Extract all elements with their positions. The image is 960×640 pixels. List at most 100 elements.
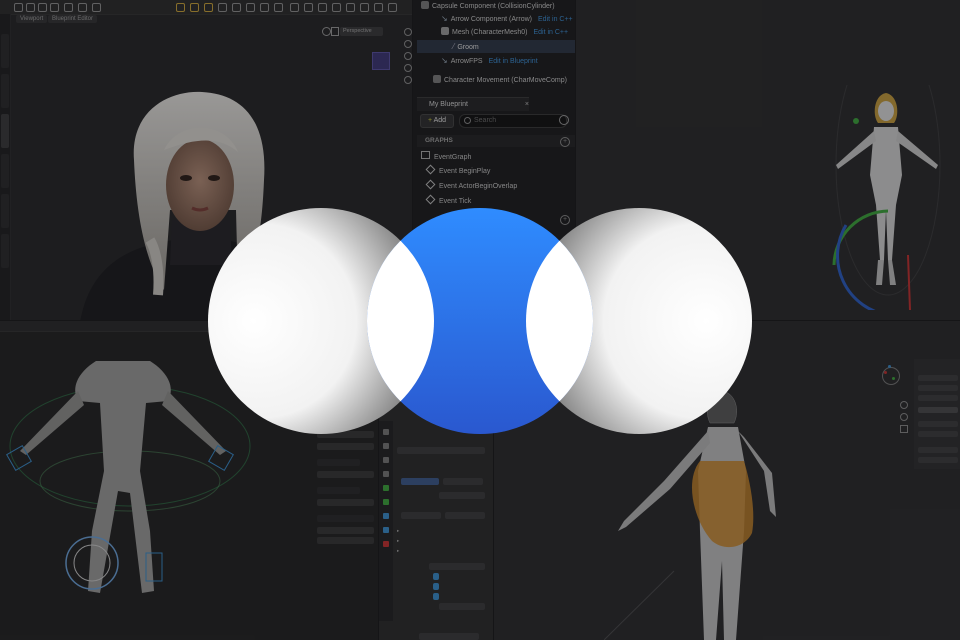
location-field[interactable] [918,385,958,391]
value-field[interactable] [445,512,485,519]
rail-tab[interactable] [1,234,9,268]
event-graph-item[interactable]: EventGraph [421,151,471,164]
ortho-icon[interactable] [404,76,412,84]
event-item[interactable]: Event Tick [425,194,471,208]
value-field[interactable] [439,603,485,610]
component-row[interactable]: Mesh (CharacterMesh0) Edit in C++ [413,26,575,39]
scene-tab-icon[interactable] [383,471,389,477]
camera-toggle-icon[interactable] [404,64,412,72]
orbit-icon[interactable] [404,52,412,60]
grid-icon[interactable] [78,3,87,12]
property-field[interactable] [317,515,374,522]
texture-icon[interactable] [260,3,269,12]
property-field[interactable] [317,443,374,450]
toggle-option[interactable] [401,478,439,485]
scale-icon[interactable] [50,3,59,12]
render-icon[interactable] [360,3,369,12]
pan-icon[interactable] [900,413,908,421]
light-icon[interactable] [190,3,199,12]
section-row[interactable]: ▸ [397,527,399,535]
checkbox[interactable] [433,593,439,600]
component-row[interactable]: Character Movement (CharMoveComp) [413,74,575,87]
component-row[interactable]: ↘ Arrow Component (Arrow) Edit in C++ [413,12,575,25]
visibility-icon[interactable] [318,3,327,12]
sculpt-icon[interactable] [232,3,241,12]
value-field[interactable] [439,492,485,499]
camera-view-icon[interactable] [322,27,331,36]
particle-tab-icon[interactable] [383,513,389,519]
camera-icon[interactable] [900,425,908,433]
rail-tab[interactable] [1,194,9,228]
event-item[interactable]: Event ActorBeginOverlap [425,179,517,193]
node-icon[interactable] [274,3,283,12]
edit-link[interactable]: Edit in C++ [538,16,573,23]
search-input[interactable]: Search [459,114,567,128]
property-field[interactable] [317,471,374,478]
settings-icon[interactable] [346,3,355,12]
section-row[interactable]: ▸ [397,537,399,545]
snap-icon[interactable] [64,3,73,12]
shading-icon[interactable] [374,3,383,12]
component-row[interactable]: ↘ ArrowFPS Edit in Blueprint [413,54,575,67]
edit-link[interactable]: Edit in C++ [533,29,568,36]
property-field[interactable] [317,487,360,494]
render-tab-icon[interactable] [383,443,389,449]
overlay-icon[interactable] [388,3,397,12]
modifier-tab-icon[interactable] [383,499,389,505]
gear-icon[interactable] [559,115,569,125]
location-field[interactable] [918,375,958,381]
graphs-section-header[interactable]: GRAPHS [417,135,575,147]
apply-button[interactable] [419,633,479,640]
property-field[interactable] [317,537,374,544]
select-icon[interactable] [14,3,23,12]
toggle-option[interactable] [443,478,483,485]
option-field[interactable] [918,457,958,463]
property-field[interactable] [317,499,374,506]
rotate-icon[interactable] [38,3,47,12]
constraint-tab-icon[interactable] [383,541,389,547]
event-item[interactable]: Event BeginPlay [425,164,490,178]
option-field[interactable] [918,447,958,453]
section-row[interactable]: ▸ [397,547,399,555]
object-name-field[interactable] [397,447,485,454]
move-icon[interactable] [26,3,35,12]
link-icon[interactable] [304,3,313,12]
close-icon[interactable]: × [525,98,529,111]
property-field[interactable] [317,527,374,534]
checkbox[interactable] [433,573,439,580]
option-field[interactable] [918,431,958,437]
material-icon[interactable] [246,3,255,12]
option-field[interactable] [918,421,958,427]
add-graph-icon[interactable]: + [560,137,570,147]
property-field[interactable] [317,459,360,466]
checkbox[interactable] [433,583,439,590]
rail-tab[interactable] [1,34,9,68]
rail-tab[interactable] [1,74,9,108]
zoom-icon[interactable] [404,28,412,36]
tab-blueprint-editor[interactable]: Blueprint Editor [48,15,98,23]
play-icon[interactable] [176,3,185,12]
location-field[interactable] [918,395,958,401]
navigation-gizmo-icon[interactable] [882,367,900,385]
output-tab-icon[interactable] [383,457,389,463]
tab-my-blueprint[interactable]: My Blueprint × [417,97,529,111]
cube-icon[interactable] [372,52,390,70]
mode-button[interactable] [918,407,958,413]
zoom-icon[interactable] [900,401,908,409]
physics-tab-icon[interactable] [383,527,389,533]
hand-icon[interactable] [404,40,412,48]
dropdown-field[interactable] [429,563,485,570]
perspective-dropdown[interactable]: Perspective [340,27,383,36]
rail-tab[interactable] [1,114,9,148]
edit-link[interactable]: Edit in Blueprint [489,58,538,65]
filter-icon[interactable] [332,3,341,12]
frame-icon[interactable] [331,27,339,36]
component-row-selected[interactable]: ⁄ Groom [417,40,575,53]
rail-tab[interactable] [1,154,9,188]
camera-icon[interactable] [92,3,101,12]
value-field[interactable] [401,512,441,519]
brush-icon[interactable] [204,3,213,12]
object-tab-icon[interactable] [383,485,389,491]
paint-icon[interactable] [218,3,227,12]
tab-viewport[interactable]: Viewport [16,15,48,23]
